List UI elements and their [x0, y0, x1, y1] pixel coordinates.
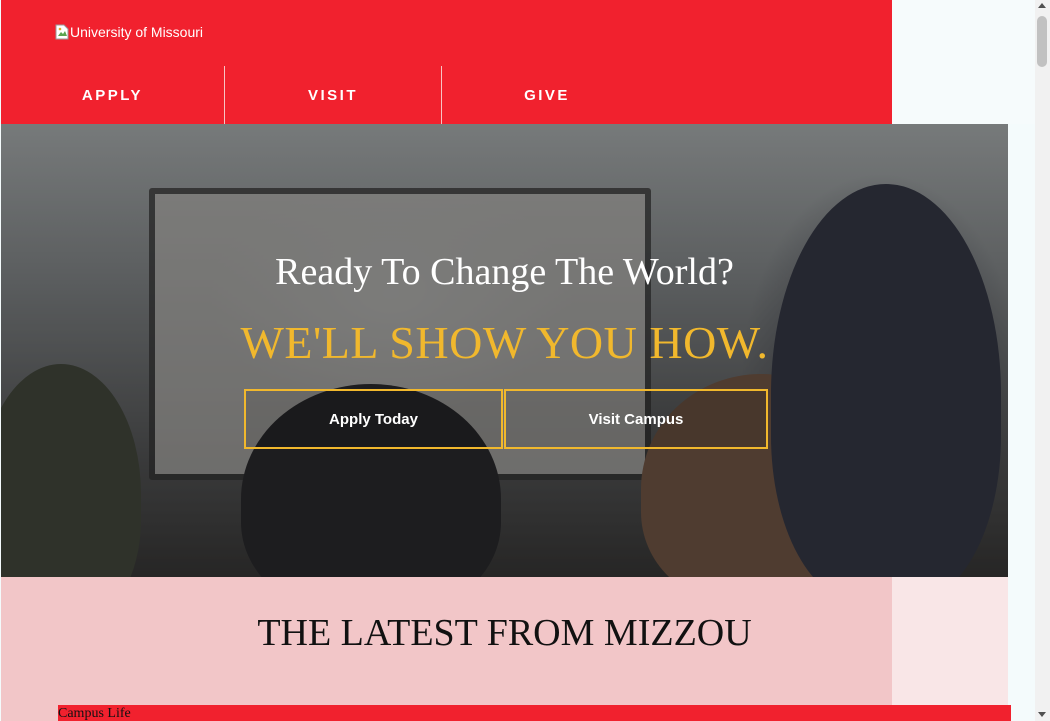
- nav-apply[interactable]: APPLY: [1, 66, 224, 124]
- page-viewport: University of Missouri APPLY VISIT GIVE …: [0, 0, 1035, 721]
- scroll-down-arrow-icon[interactable]: [1038, 712, 1046, 717]
- nav-visit[interactable]: VISIT: [225, 66, 441, 124]
- header-ghost-block: [720, 0, 860, 124]
- header-right-area: [892, 0, 1035, 124]
- news-category-label[interactable]: Campus Life: [58, 706, 131, 721]
- visit-campus-button[interactable]: Visit Campus: [504, 389, 768, 449]
- hero-banner: Ready To Change The World? WE'LL SHOW YO…: [1, 124, 1008, 577]
- latest-news-title: THE LATEST FROM MIZZOU: [257, 612, 752, 654]
- apply-today-button[interactable]: Apply Today: [244, 389, 503, 449]
- scrollbar-thumb[interactable]: [1037, 16, 1047, 67]
- broken-image-icon: [55, 24, 69, 40]
- university-logo-link[interactable]: University of Missouri: [55, 22, 203, 42]
- vertical-scrollbar[interactable]: [1035, 0, 1050, 721]
- hero-heading: Ready To Change The World?: [275, 251, 734, 293]
- scroll-up-arrow-icon[interactable]: [1038, 3, 1046, 8]
- hero-tagline: WE'LL SHOW YOU HOW.: [240, 317, 769, 368]
- logo-alt-text: University of Missouri: [70, 24, 204, 40]
- nav-give[interactable]: GIVE: [442, 66, 652, 124]
- latest-news-section: THE LATEST FROM MIZZOU: [1, 577, 1008, 721]
- news-category-bar[interactable]: Campus Life: [58, 705, 1011, 721]
